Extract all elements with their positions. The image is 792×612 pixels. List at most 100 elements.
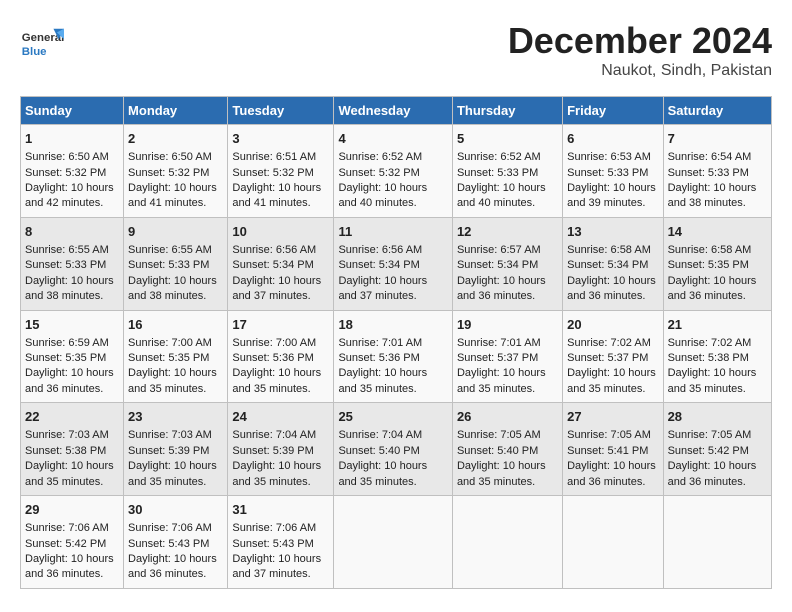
day-number: 10 (232, 223, 329, 241)
daylight: Daylight: 10 hours and 36 minutes. (567, 275, 656, 302)
sunset: Sunset: 5:42 PM (668, 445, 749, 457)
day-number: 3 (232, 130, 329, 148)
calendar-week-4: 22Sunrise: 7:03 AMSunset: 5:38 PMDayligh… (21, 403, 772, 496)
day-header-friday: Friday (563, 97, 663, 125)
daylight: Daylight: 10 hours and 36 minutes. (567, 460, 656, 487)
calendar-week-2: 8 Sunrise: 6:55 AM Sunset: 5:33 PM Daylight… (21, 217, 772, 310)
sunrise: Sunrise: 6:57 AM (457, 244, 541, 256)
sunrise: Sunrise: 6:53 AM (567, 151, 651, 163)
sunset: Sunset: 5:40 PM (338, 445, 419, 457)
calendar-cell: 29Sunrise: 7:06 AMSunset: 5:42 PMDayligh… (21, 496, 124, 589)
sunrise: Sunrise: 7:05 AM (668, 429, 752, 441)
sunset: Sunset: 5:43 PM (232, 538, 313, 550)
calendar-cell: 30Sunrise: 7:06 AMSunset: 5:43 PMDayligh… (124, 496, 228, 589)
day-number: 8 (25, 223, 119, 241)
calendar-cell: 12Sunrise: 6:57 AMSunset: 5:34 PMDayligh… (452, 217, 562, 310)
calendar-cell: 13Sunrise: 6:58 AMSunset: 5:34 PMDayligh… (563, 217, 663, 310)
sunset: Sunset: 5:32 PM (232, 167, 313, 179)
sunrise: Sunrise: 6:52 AM (457, 151, 541, 163)
daylight: Daylight: 10 hours and 39 minutes. (567, 182, 656, 209)
calendar-cell: 23Sunrise: 7:03 AMSunset: 5:39 PMDayligh… (124, 403, 228, 496)
day-header-tuesday: Tuesday (228, 97, 334, 125)
calendar-cell: 2 Sunrise: 6:50 AM Sunset: 5:32 PM Daylight… (124, 125, 228, 218)
calendar-cell: 20Sunrise: 7:02 AMSunset: 5:37 PMDayligh… (563, 310, 663, 403)
day-number: 5 (457, 130, 558, 148)
sunset: Sunset: 5:35 PM (668, 259, 749, 271)
day-number: 23 (128, 408, 223, 426)
sunrise: Sunrise: 6:58 AM (668, 244, 752, 256)
day-number: 21 (668, 316, 767, 334)
calendar-week-3: 15Sunrise: 6:59 AMSunset: 5:35 PMDayligh… (21, 310, 772, 403)
day-number: 14 (668, 223, 767, 241)
sunrise: Sunrise: 7:05 AM (457, 429, 541, 441)
calendar-header-row: SundayMondayTuesdayWednesdayThursdayFrid… (21, 97, 772, 125)
daylight: Daylight: 10 hours and 37 minutes. (232, 275, 321, 302)
day-header-wednesday: Wednesday (334, 97, 453, 125)
daylight: Daylight: 10 hours and 35 minutes. (338, 367, 427, 394)
day-number: 17 (232, 316, 329, 334)
subtitle: Naukot, Sindh, Pakistan (508, 62, 772, 80)
sunrise: Sunrise: 7:00 AM (128, 337, 212, 349)
sunset: Sunset: 5:33 PM (25, 259, 106, 271)
day-number: 19 (457, 316, 558, 334)
sunrise: Sunrise: 6:59 AM (25, 337, 109, 349)
day-number: 2 (128, 130, 223, 148)
calendar-cell: 31Sunrise: 7:06 AMSunset: 5:43 PMDayligh… (228, 496, 334, 589)
sunrise: Sunrise: 7:06 AM (232, 522, 316, 534)
calendar-cell: 14 Sunrise: 6:58 AM Sunset: 5:35 PM Dayligh… (663, 217, 771, 310)
sunrise: Sunrise: 7:01 AM (457, 337, 541, 349)
day-number: 16 (128, 316, 223, 334)
sunrise: Sunrise: 7:01 AM (338, 337, 422, 349)
calendar-cell: 27Sunrise: 7:05 AMSunset: 5:41 PMDayligh… (563, 403, 663, 496)
calendar-cell: 9Sunrise: 6:55 AMSunset: 5:33 PMDaylight… (124, 217, 228, 310)
daylight: Daylight: 10 hours and 36 minutes. (668, 275, 757, 302)
daylight: Daylight: 10 hours and 36 minutes. (668, 460, 757, 487)
calendar-cell (663, 496, 771, 589)
sunset: Sunset: 5:34 PM (338, 259, 419, 271)
svg-text:Blue: Blue (22, 46, 47, 58)
calendar-cell: 5Sunrise: 6:52 AMSunset: 5:33 PMDaylight… (452, 125, 562, 218)
calendar-cell: 26Sunrise: 7:05 AMSunset: 5:40 PMDayligh… (452, 403, 562, 496)
sunset: Sunset: 5:33 PM (668, 167, 749, 179)
day-number: 1 (25, 130, 119, 148)
calendar-cell: 15Sunrise: 6:59 AMSunset: 5:35 PMDayligh… (21, 310, 124, 403)
day-number: 24 (232, 408, 329, 426)
daylight: Daylight: 10 hours and 35 minutes. (668, 367, 757, 394)
calendar-cell: 24Sunrise: 7:04 AMSunset: 5:39 PMDayligh… (228, 403, 334, 496)
daylight: Daylight: 10 hours and 35 minutes. (25, 460, 114, 487)
sunrise: Sunrise: 7:02 AM (668, 337, 752, 349)
sunrise: Sunrise: 6:55 AM (25, 244, 109, 256)
sunrise: Sunrise: 6:56 AM (338, 244, 422, 256)
daylight: Daylight: 10 hours and 35 minutes. (567, 367, 656, 394)
calendar-cell: 28Sunrise: 7:05 AMSunset: 5:42 PMDayligh… (663, 403, 771, 496)
sunrise: Sunrise: 6:56 AM (232, 244, 316, 256)
sunset: Sunset: 5:37 PM (567, 352, 648, 364)
sunset: Sunset: 5:35 PM (25, 352, 106, 364)
sunset: Sunset: 5:40 PM (457, 445, 538, 457)
calendar-cell: 11Sunrise: 6:56 AMSunset: 5:34 PMDayligh… (334, 217, 453, 310)
calendar-cell (563, 496, 663, 589)
sunset: Sunset: 5:43 PM (128, 538, 209, 550)
sunset: Sunset: 5:39 PM (232, 445, 313, 457)
sunrise: Sunrise: 7:06 AM (25, 522, 109, 534)
daylight: Daylight: 10 hours and 40 minutes. (338, 182, 427, 209)
calendar-cell: 1Sunrise: 6:50 AMSunset: 5:32 PMDaylight… (21, 125, 124, 218)
day-number: 7 (668, 130, 767, 148)
daylight: Daylight: 10 hours and 36 minutes. (128, 553, 217, 580)
daylight: Daylight: 10 hours and 36 minutes. (25, 553, 114, 580)
calendar-cell: 4Sunrise: 6:52 AMSunset: 5:32 PMDaylight… (334, 125, 453, 218)
sunrise: Sunrise: 6:50 AM (128, 151, 212, 163)
day-number: 11 (338, 223, 448, 241)
sunrise: Sunrise: 6:51 AM (232, 151, 316, 163)
day-number: 31 (232, 501, 329, 519)
calendar-cell: 25Sunrise: 7:04 AMSunset: 5:40 PMDayligh… (334, 403, 453, 496)
sunset: Sunset: 5:36 PM (232, 352, 313, 364)
sunset: Sunset: 5:32 PM (128, 167, 209, 179)
sunrise: Sunrise: 7:03 AM (128, 429, 212, 441)
day-number: 18 (338, 316, 448, 334)
daylight: Daylight: 10 hours and 35 minutes. (128, 367, 217, 394)
sunset: Sunset: 5:35 PM (128, 352, 209, 364)
daylight: Daylight: 10 hours and 41 minutes. (128, 182, 217, 209)
sunset: Sunset: 5:38 PM (668, 352, 749, 364)
sunset: Sunset: 5:36 PM (338, 352, 419, 364)
